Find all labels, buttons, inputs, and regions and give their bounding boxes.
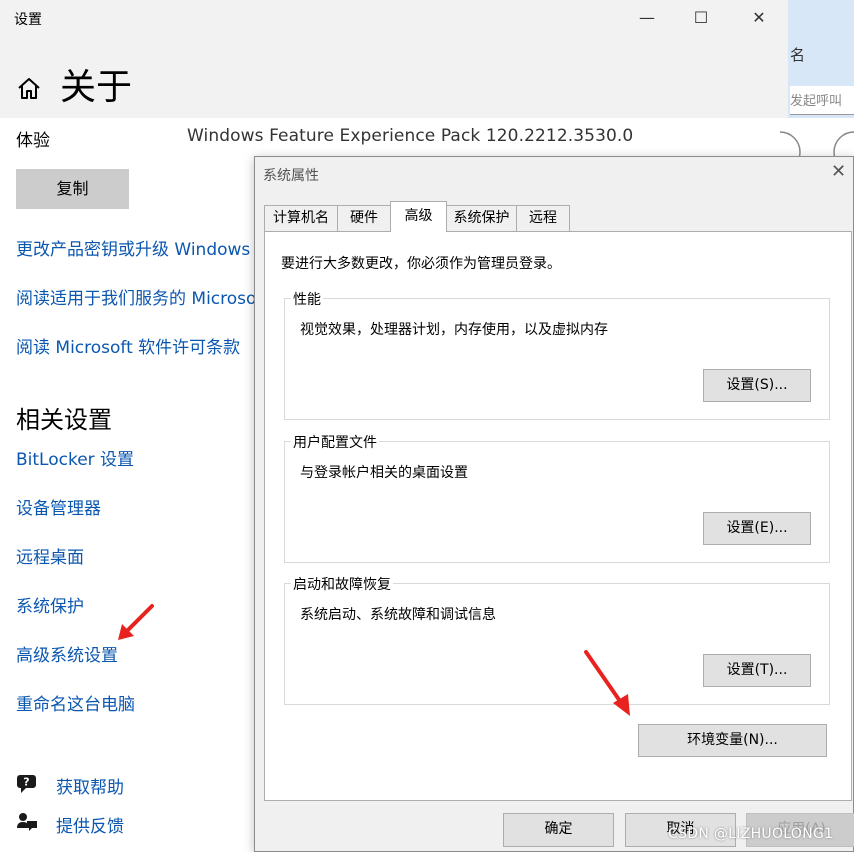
annotation-arrows bbox=[118, 604, 630, 716]
arrow-to-advanced-settings-icon bbox=[118, 604, 154, 640]
arrow-to-env-variables-icon bbox=[584, 650, 630, 716]
watermark: CSDN @LIZHUOLONG1 bbox=[668, 826, 834, 842]
tab-advanced[interactable]: 高级 bbox=[390, 201, 447, 232]
